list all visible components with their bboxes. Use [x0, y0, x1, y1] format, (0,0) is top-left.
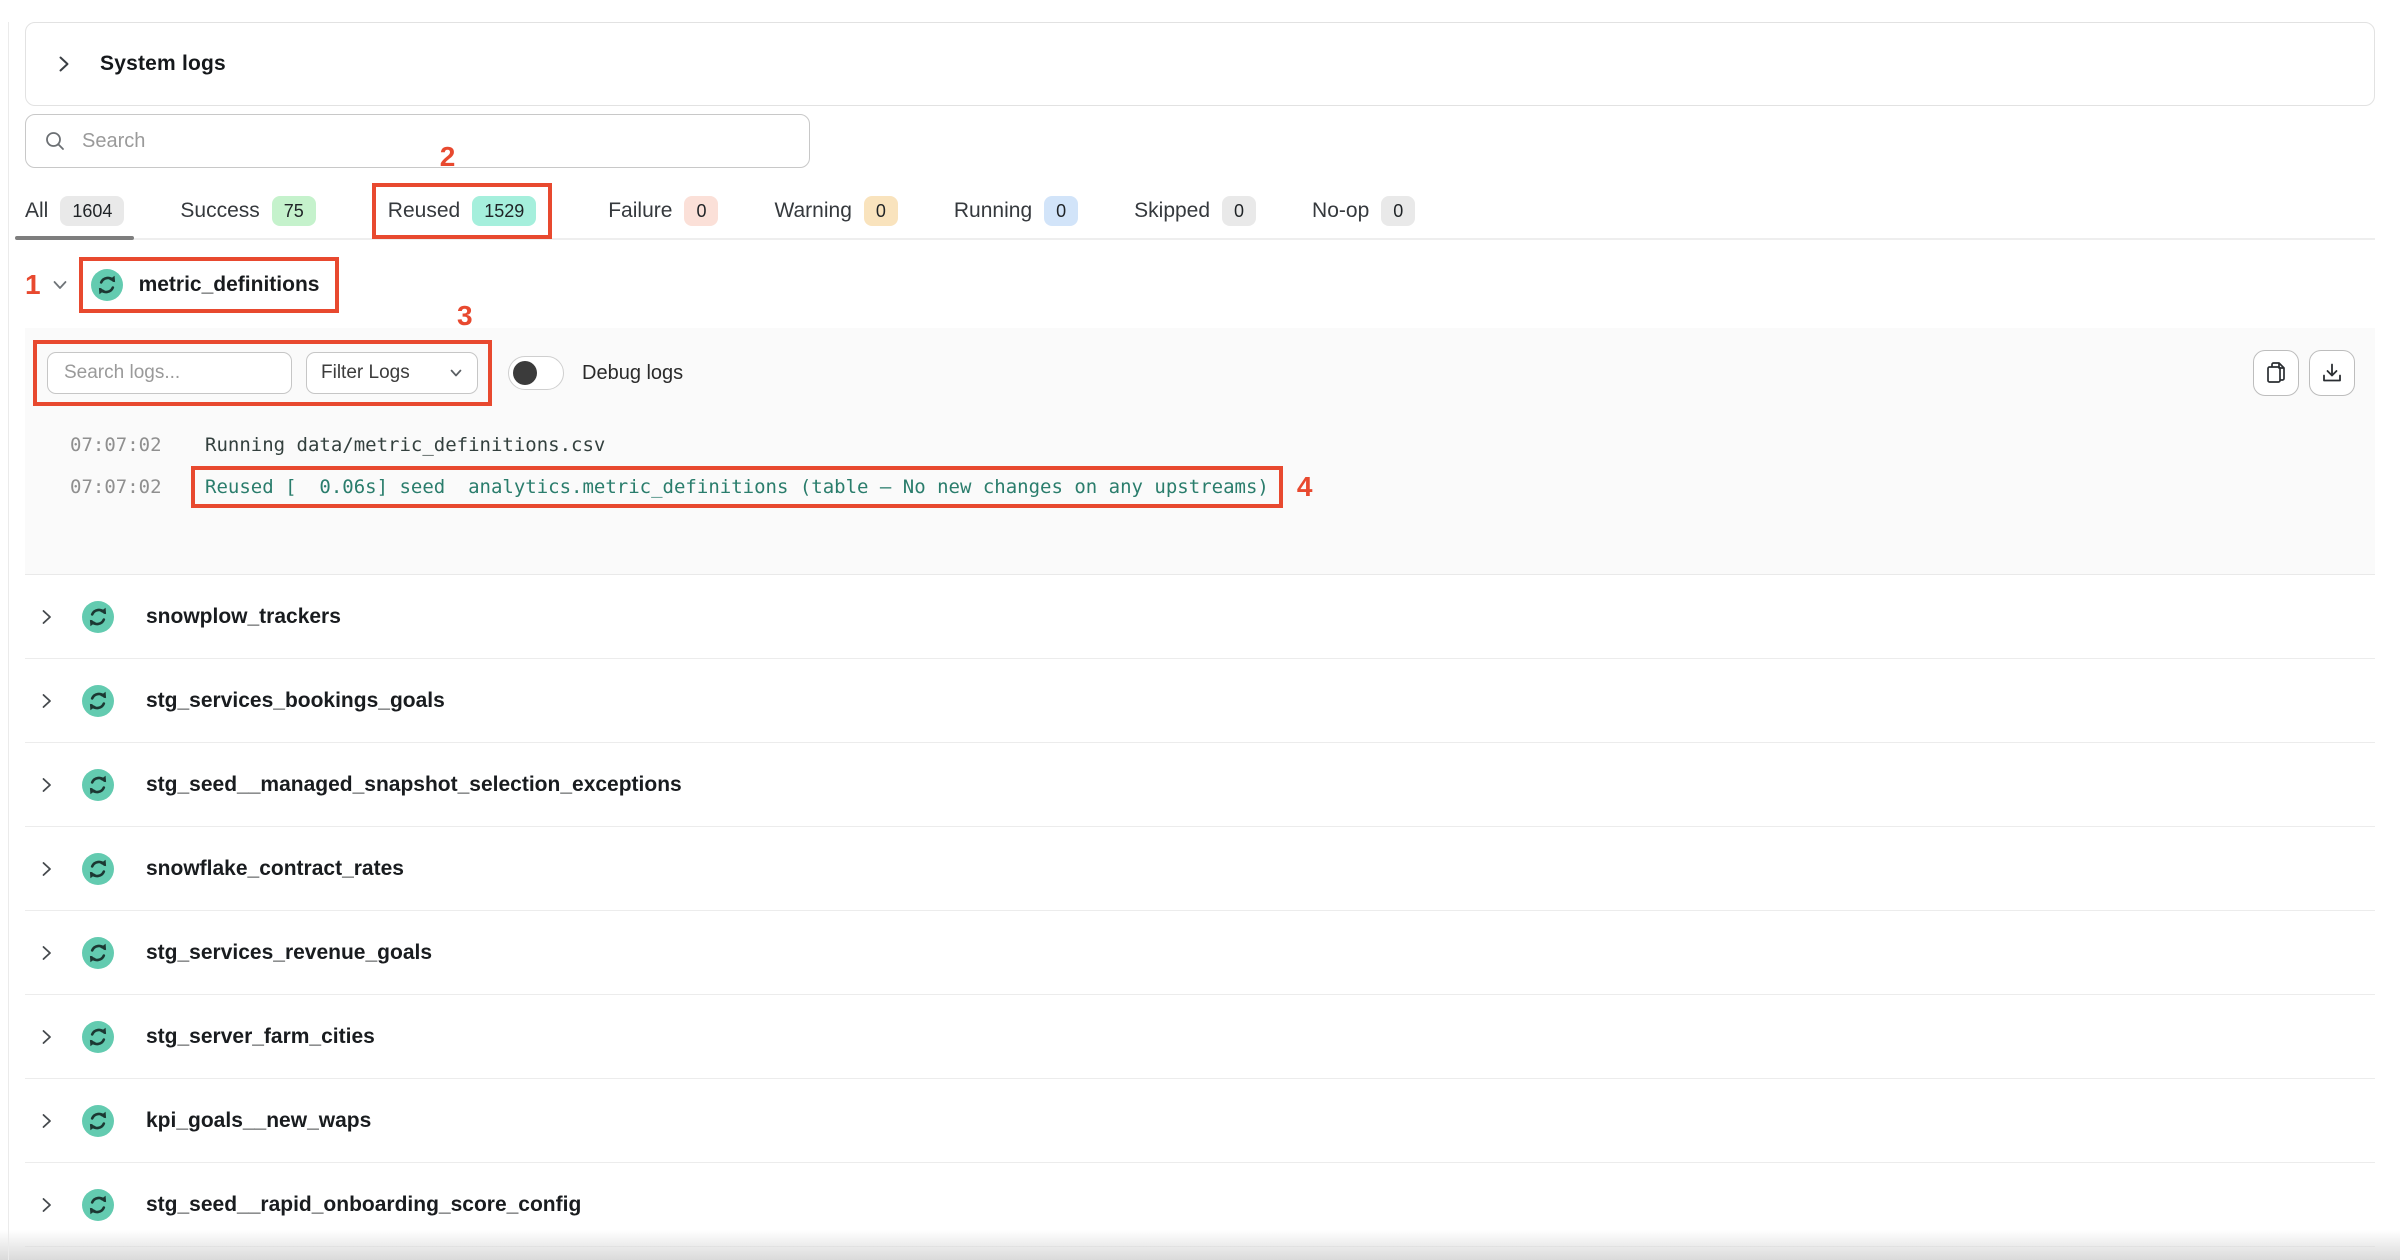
annotation-box-1: metric_definitions [79, 257, 340, 313]
tab-skipped[interactable]: Skipped 0 [1134, 184, 1256, 238]
run-row[interactable]: kpi_goals__new_waps [25, 1079, 2375, 1163]
copy-logs-button[interactable] [2253, 350, 2299, 396]
chevron-right-icon[interactable] [39, 608, 54, 626]
tab-label: Warning [774, 199, 851, 223]
tab-label: Skipped [1134, 199, 1210, 223]
sync-icon [91, 269, 123, 301]
run-list: snowplow_trackers stg_services_bookings_… [25, 575, 2375, 1247]
sync-icon [82, 1105, 114, 1137]
annotation-box-2: Reused 1529 2 [372, 183, 552, 239]
run-row[interactable]: stg_services_revenue_goals [25, 911, 2375, 995]
run-name: snowplow_trackers [146, 605, 341, 629]
debug-logs-toggle[interactable] [508, 356, 564, 390]
log-message: Running data/metric_definitions.csv [205, 434, 605, 456]
annotation-number-1: 1 [25, 269, 41, 301]
sync-icon [82, 601, 114, 633]
tab-count-badge: 1604 [60, 196, 124, 226]
tab-label: Failure [608, 199, 672, 223]
run-row[interactable]: stg_seed__managed_snapshot_selection_exc… [25, 743, 2375, 827]
chevron-right-icon[interactable] [39, 1196, 54, 1214]
sync-icon [82, 1189, 114, 1221]
sync-icon [82, 1021, 114, 1053]
chevron-right-icon[interactable] [39, 1028, 54, 1046]
log-timestamp: 07:07:02 [70, 476, 190, 498]
run-name: stg_seed__rapid_onboarding_score_config [146, 1193, 581, 1217]
search-icon [44, 130, 66, 152]
search-bar [25, 114, 810, 168]
run-name: stg_server_farm_cities [146, 1025, 375, 1049]
log-search-input[interactable] [47, 352, 292, 394]
sync-icon [82, 769, 114, 801]
tab-warning[interactable]: Warning 0 [774, 184, 897, 238]
run-name: kpi_goals__new_waps [146, 1109, 371, 1133]
tab-count-badge: 0 [864, 196, 898, 226]
tab-count-badge: 0 [684, 196, 718, 226]
sync-icon [82, 937, 114, 969]
sync-icon [82, 685, 114, 717]
tab-count-badge: 1529 [472, 196, 536, 226]
tab-success[interactable]: Success 75 [180, 184, 315, 238]
chevron-right-icon[interactable] [39, 944, 54, 962]
run-name: stg_seed__managed_snapshot_selection_exc… [146, 773, 682, 797]
chevron-right-icon[interactable] [39, 1112, 54, 1130]
log-toolbar: Filter Logs 3 Debug logs [45, 340, 2355, 406]
run-row[interactable]: stg_seed__rapid_onboarding_score_config [25, 1163, 2375, 1247]
copy-icon [2265, 361, 2287, 385]
chevron-down-icon [449, 368, 463, 378]
tab-failure[interactable]: Failure 0 [608, 184, 718, 238]
tab-running[interactable]: Running 0 [954, 184, 1078, 238]
toggle-knob [513, 361, 537, 385]
download-icon [2320, 361, 2344, 385]
chevron-right-icon[interactable] [39, 776, 54, 794]
chevron-right-icon[interactable] [56, 54, 72, 74]
tab-label: Reused [388, 199, 460, 223]
run-row[interactable]: snowplow_trackers [25, 575, 2375, 659]
annotation-box-4: Reused [ 0.06s] seed analytics.metric_de… [191, 466, 1283, 508]
tab-count-badge: 0 [1222, 196, 1256, 226]
run-name: stg_services_revenue_goals [146, 941, 432, 965]
run-name: stg_services_bookings_goals [146, 689, 445, 713]
tab-label: Running [954, 199, 1032, 223]
search-input[interactable] [80, 129, 791, 154]
filter-logs-label: Filter Logs [321, 362, 410, 384]
tab-noop[interactable]: No-op 0 [1312, 184, 1415, 238]
annotation-number-3: 3 [457, 300, 473, 332]
main-content: System logs All 1604 Success 75 Reused 1… [25, 22, 2375, 1247]
download-logs-button[interactable] [2309, 350, 2355, 396]
tab-label: Success [180, 199, 259, 223]
tab-count-badge: 75 [272, 196, 316, 226]
expanded-item-name: metric_definitions [139, 273, 320, 297]
run-row[interactable]: stg_server_farm_cities [25, 995, 2375, 1079]
tab-label: All [25, 199, 48, 223]
annotation-number-4: 4 [1297, 471, 1313, 503]
debug-logs-label: Debug logs [582, 362, 683, 385]
tab-label: No-op [1312, 199, 1369, 223]
chevron-right-icon[interactable] [39, 692, 54, 710]
filter-logs-select[interactable]: Filter Logs [306, 352, 478, 394]
chevron-down-icon[interactable] [51, 278, 69, 292]
tab-count-badge: 0 [1381, 196, 1415, 226]
run-name: snowflake_contract_rates [146, 857, 404, 881]
system-logs-header-card: System logs [25, 22, 2375, 106]
log-message-reused: Reused [ 0.06s] seed analytics.metric_de… [205, 476, 1269, 498]
run-row[interactable]: stg_services_bookings_goals [25, 659, 2375, 743]
tab-all[interactable]: All 1604 [25, 184, 124, 238]
run-row-metric-definitions[interactable]: 1 metric_definitions [25, 254, 2375, 316]
log-timestamp: 07:07:02 [70, 434, 190, 456]
status-tabs: All 1604 Success 75 Reused 1529 2 Failur… [25, 184, 2375, 240]
tab-count-badge: 0 [1044, 196, 1078, 226]
annotation-number-2: 2 [440, 141, 456, 173]
page-title: System logs [100, 52, 226, 76]
log-line: 07:07:02 Running data/metric_definitions… [45, 424, 2355, 466]
annotation-box-3: Filter Logs 3 [33, 340, 492, 406]
log-line: 07:07:02 Reused [ 0.06s] seed analytics.… [45, 466, 2355, 508]
run-row[interactable]: snowflake_contract_rates [25, 827, 2375, 911]
sync-icon [82, 853, 114, 885]
chevron-right-icon[interactable] [39, 860, 54, 878]
tab-reused[interactable]: Reused 1529 2 [372, 184, 552, 238]
log-panel: Filter Logs 3 Debug logs [25, 328, 2375, 575]
log-lines: 07:07:02 Running data/metric_definitions… [45, 424, 2355, 508]
